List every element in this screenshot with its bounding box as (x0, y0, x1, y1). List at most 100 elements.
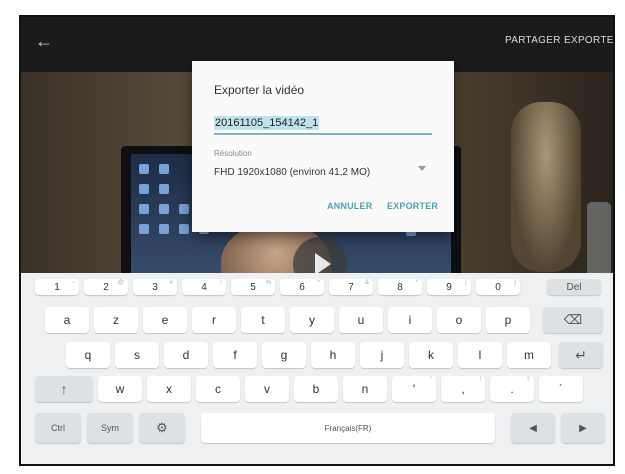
filename-value: 20161105_154142_1 (214, 116, 320, 130)
desktop-icon (139, 204, 149, 214)
key-sublabel: ! (479, 377, 481, 383)
key-sublabel: ) (514, 280, 516, 286)
desktop-icon (159, 184, 169, 194)
key-c[interactable]: c (196, 376, 240, 402)
key-label: 0 (495, 281, 501, 293)
key-comma[interactable]: ,! (441, 376, 485, 402)
key-p[interactable]: p (486, 307, 530, 333)
delete-key[interactable]: Del (547, 279, 601, 295)
key-b[interactable]: b (294, 376, 338, 402)
resolution-value: FHD 1920x1080 (environ 41,2 MO) (214, 167, 371, 178)
shift-key[interactable]: ↑ (35, 376, 93, 402)
key-apostrophe[interactable]: ' " (392, 376, 436, 402)
key-sublabel: @ (117, 280, 124, 286)
key-6[interactable]: 6 ^ (280, 279, 324, 295)
share-button[interactable]: PARTAGER (505, 35, 561, 46)
enter-key[interactable]: ↵ (559, 342, 603, 368)
cursor-right-key[interactable]: ▶ (561, 413, 605, 443)
arrow-right-key-icon: ▶ (579, 422, 587, 434)
key-w[interactable]: w (98, 376, 142, 402)
key-d[interactable]: d (164, 342, 208, 368)
cancel-button[interactable]: ANNULER (327, 201, 372, 211)
key-m[interactable]: m (507, 342, 551, 368)
key-u[interactable]: u (339, 307, 383, 333)
key-i[interactable]: i (388, 307, 432, 333)
key-o[interactable]: o (437, 307, 481, 333)
key-t[interactable]: t (241, 307, 285, 333)
key-s[interactable]: s (115, 342, 159, 368)
key-sublabel: / (220, 280, 222, 286)
cursor-left-key[interactable]: ◀ (511, 413, 555, 443)
desktop-icon (179, 204, 189, 214)
resolution-select[interactable]: FHD 1920x1080 (environ 41,2 MO) (214, 162, 432, 180)
key-period[interactable]: .? (490, 376, 534, 402)
key-label: 3 (152, 281, 158, 293)
key-label: 9 (446, 281, 452, 293)
key-0[interactable]: 0) (476, 279, 520, 295)
key-r[interactable]: r (192, 307, 236, 333)
desktop-icon (159, 224, 169, 234)
key-q[interactable]: q (66, 342, 110, 368)
key-f[interactable]: f (213, 342, 257, 368)
key-k[interactable]: k (409, 342, 453, 368)
key-z[interactable]: z (94, 307, 138, 333)
key-label: . (510, 382, 514, 396)
desktop-icon (159, 204, 169, 214)
arrow-left-key-icon: ◀ (529, 422, 537, 434)
space-key[interactable]: Français(FR) (201, 413, 495, 443)
app-window: ← PARTAGER EXPORTER (19, 15, 615, 466)
shift-arrow-icon: ↑ (60, 381, 68, 397)
key-h[interactable]: h (311, 342, 355, 368)
key-sublabel: # (169, 280, 173, 286)
key-label: 5 (250, 281, 256, 293)
key-4[interactable]: 4/ (182, 279, 226, 295)
arrow-left-icon[interactable]: ← (35, 31, 55, 51)
on-screen-keyboard: 1 ~ 2 @ 3 # 4/ 5% 6 ^ 7 & 8 * 9( 0) Del a z e … (21, 273, 613, 464)
settings-key[interactable]: ⚙ (139, 413, 185, 443)
desktop-icon (159, 164, 169, 174)
backspace-key[interactable]: ⌫ (543, 307, 603, 333)
key-sublabel: % (265, 280, 271, 286)
filename-input[interactable]: 20161105_154142_1 (214, 113, 432, 135)
key-3[interactable]: 3 # (133, 279, 177, 295)
gear-icon: ⚙ (156, 420, 168, 435)
key-l[interactable]: l (458, 342, 502, 368)
export-button[interactable]: EXPORTER (387, 201, 438, 211)
play-icon (315, 253, 331, 275)
key-label: 1 (54, 281, 60, 293)
background-lamp (511, 102, 581, 272)
desktop-icon (139, 164, 149, 174)
desktop-icon (179, 224, 189, 234)
key-8[interactable]: 8 * (378, 279, 422, 295)
key-e[interactable]: e (143, 307, 187, 333)
key-sublabel: * (415, 280, 418, 286)
export-top-button[interactable]: EXPORTER (564, 35, 613, 46)
key-n[interactable]: n (343, 376, 387, 402)
key-y[interactable]: y (290, 307, 334, 333)
key-sublabel: ? (526, 377, 530, 383)
desktop-icon (139, 184, 149, 194)
desktop-icon (139, 224, 149, 234)
enter-icon: ↵ (575, 346, 587, 363)
key-2[interactable]: 2 @ (84, 279, 128, 295)
key-5[interactable]: 5% (231, 279, 275, 295)
key-sublabel: ^ (317, 280, 320, 286)
key-x[interactable]: x (147, 376, 191, 402)
ctrl-key[interactable]: Ctrl (35, 413, 81, 443)
key-label: 8 (397, 281, 403, 293)
resolution-label: Résolution (214, 149, 252, 158)
key-label: 4 (201, 281, 207, 293)
key-j[interactable]: j (360, 342, 404, 368)
key-1[interactable]: 1 ~ (35, 279, 79, 295)
dialog-title: Exporter la vidéo (214, 83, 305, 97)
key-9[interactable]: 9( (427, 279, 471, 295)
key-sublabel: " (429, 377, 432, 383)
key-accent[interactable]: ´ (539, 376, 583, 402)
key-a[interactable]: a (45, 307, 89, 333)
key-v[interactable]: v (245, 376, 289, 402)
backspace-icon: ⌫ (563, 312, 583, 327)
key-g[interactable]: g (262, 342, 306, 368)
sym-key[interactable]: Sym (87, 413, 133, 443)
key-label: ´ (559, 382, 563, 396)
key-7[interactable]: 7 & (329, 279, 373, 295)
